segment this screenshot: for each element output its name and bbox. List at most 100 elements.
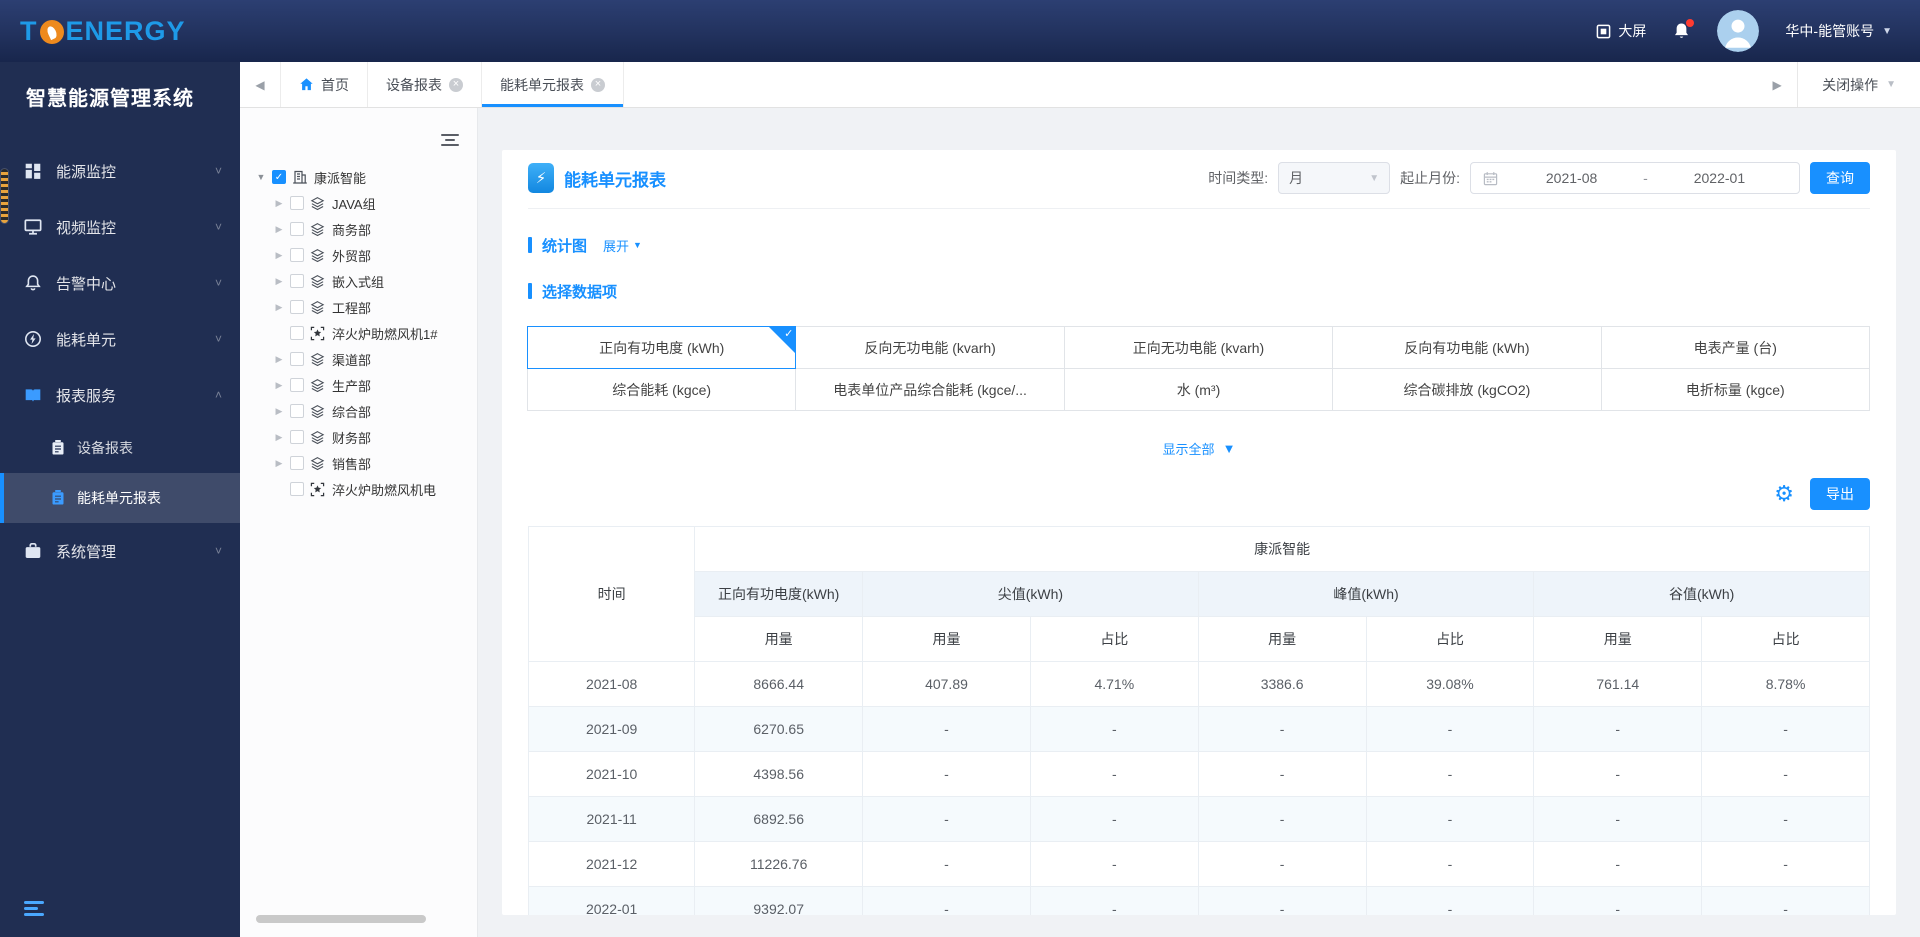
tree-node-label: 淬火炉助燃风机电: [332, 482, 437, 498]
tree-node-root[interactable]: ▼ ✓ 康派智能: [240, 164, 477, 190]
data-item-button[interactable]: 反向有功电能 (kWh): [1332, 326, 1602, 369]
tab-close-icon[interactable]: ×: [591, 77, 605, 92]
show-all-toggle[interactable]: 显示全部 ▼: [528, 439, 1870, 458]
tree-node[interactable]: 淬火炉助燃风机电: [240, 476, 477, 502]
data-item-button[interactable]: 综合能耗 (kgce): [527, 368, 797, 411]
checkbox-unchecked[interactable]: [290, 326, 304, 340]
sidebar-item-alarm-center[interactable]: 告警中心 ˅: [0, 255, 240, 311]
avatar[interactable]: [1717, 10, 1760, 52]
scroll-indicator[interactable]: [0, 168, 9, 224]
meter-icon: [310, 325, 326, 341]
tree-node[interactable]: ▶ 综合部: [240, 398, 477, 424]
export-button[interactable]: 导出: [1810, 478, 1870, 510]
checkbox-unchecked[interactable]: [290, 430, 304, 444]
sidebar-item-energy-unit[interactable]: 能耗单元 ˅: [0, 311, 240, 367]
sidebar-item-device-report[interactable]: 设备报表: [0, 423, 240, 473]
tab-device-report[interactable]: 设备报表 ×: [368, 62, 482, 107]
report-table: 时间 康派智能 正向有功电度(kWh) 尖值(kWh) 峰值(kWh) 谷值(kWh) 用量…: [527, 526, 1870, 915]
data-item-button[interactable]: 正向有功电度 (kWh) ✓: [527, 326, 797, 369]
tab-label: 能耗单元报表: [500, 76, 584, 93]
chart-expand-toggle[interactable]: 展开 ▼: [603, 236, 642, 255]
notification-bell[interactable]: [1672, 18, 1695, 41]
settings-gear-icon[interactable]: ⚙: [1774, 483, 1794, 505]
tree-node-label: 销售部: [332, 456, 372, 472]
tabs-scroll-right-icon[interactable]: ▶: [1757, 62, 1797, 107]
big-screen-label: 大屏: [1618, 23, 1647, 39]
data-item-button[interactable]: 正向无功电能 (kvarh): [1063, 326, 1334, 369]
checkbox-unchecked[interactable]: [290, 196, 304, 210]
caret-right-icon[interactable]: ▶: [274, 198, 284, 209]
query-button[interactable]: 查询: [1810, 162, 1870, 194]
org-tree-panel: ▼ ✓ 康派智能 ▶ JAVA组 ▶ 商务部 ▶ 外贸部 ▶ 嵌入式组 ▶ 工程部 淬火炉助燃风机1# ▶ 渠…: [240, 108, 478, 937]
data-item-button[interactable]: 电折标量 (kgce): [1600, 368, 1870, 411]
data-item-button[interactable]: 电表产量 (台): [1600, 326, 1870, 369]
tree-node[interactable]: ▶ JAVA组: [240, 190, 477, 216]
checkbox-unchecked[interactable]: [290, 404, 304, 418]
sidebar-collapse-toggle[interactable]: [24, 901, 44, 919]
tree-horizontal-scrollbar[interactable]: [256, 915, 426, 923]
table-cell: -: [1029, 706, 1199, 752]
sidebar-item-video-monitor[interactable]: 视频监控 ˅: [0, 199, 240, 255]
checkbox-unchecked[interactable]: [290, 482, 304, 496]
tree-node[interactable]: ▶ 生产部: [240, 372, 477, 398]
tab-close-icon[interactable]: ×: [449, 77, 463, 92]
tree-node[interactable]: ▶ 嵌入式组: [240, 268, 477, 294]
tree-node[interactable]: ▶ 财务部: [240, 424, 477, 450]
tree-node[interactable]: ▶ 商务部: [240, 216, 477, 242]
caret-right-icon[interactable]: ▶: [274, 302, 284, 313]
checkbox-unchecked[interactable]: [290, 300, 304, 314]
report-bolt-icon: ⚡: [528, 163, 554, 193]
table-cell: -: [1701, 796, 1870, 842]
checkbox-unchecked[interactable]: [290, 248, 304, 262]
sidebar-item-report-service[interactable]: 报表服务 ˄: [0, 367, 240, 423]
caret-right-icon[interactable]: ▶: [274, 458, 284, 469]
layers-icon: [310, 299, 326, 315]
table-cell: 2021-11: [527, 796, 696, 842]
caret-right-icon[interactable]: ▶: [274, 224, 284, 235]
month-range-input[interactable]: 2021-08 - 2022-01: [1470, 162, 1800, 194]
caret-right-icon[interactable]: ▶: [274, 432, 284, 443]
checkbox-unchecked[interactable]: [290, 352, 304, 366]
tab-home[interactable]: 首页: [280, 62, 368, 107]
tree-node[interactable]: ▶ 工程部: [240, 294, 477, 320]
sidebar: 智慧能源管理系统 能源监控 ˅ 视频监控 ˅ 告警中心 ˅ 能耗单元 ˅ 报表服务 ˄ 设备报表 能耗…: [0, 62, 240, 937]
big-screen-button[interactable]: 大屏: [1596, 21, 1646, 41]
close-operations-dropdown[interactable]: 关闭操作 ▼: [1797, 62, 1920, 107]
checkbox-unchecked[interactable]: [290, 222, 304, 236]
data-item-button[interactable]: 水 (m³): [1063, 368, 1334, 411]
tree-node[interactable]: 淬火炉助燃风机1#: [240, 320, 477, 346]
range-end-value: 2022-01: [1693, 170, 1746, 186]
checkbox-unchecked[interactable]: [290, 378, 304, 392]
tree-collapse-icon[interactable]: [441, 134, 459, 149]
time-type-select[interactable]: 月 ▼: [1278, 162, 1391, 194]
tab-label: 设备报表: [386, 76, 442, 93]
data-item-button[interactable]: 综合碳排放 (kgCO2): [1332, 368, 1602, 411]
caret-right-icon[interactable]: ▶: [274, 276, 284, 287]
data-item-button[interactable]: 电表单位产品综合能耗 (kgce/...: [795, 368, 1065, 411]
caret-right-icon[interactable]: ▶: [274, 250, 284, 261]
caret-right-icon[interactable]: ▶: [274, 380, 284, 391]
data-item-label: 正向无功电能 (kvarh): [1132, 339, 1265, 356]
table-cell: 2021-08: [527, 661, 696, 707]
tabs-scroll-left-icon[interactable]: ◀: [240, 62, 280, 107]
table-cell: 2022-01: [527, 886, 696, 915]
data-item-button[interactable]: 反向无功电能 (kvarh): [795, 326, 1065, 369]
checkbox-unchecked[interactable]: [290, 456, 304, 470]
tree-node[interactable]: ▶ 销售部: [240, 450, 477, 476]
home-icon: [299, 77, 314, 92]
account-menu[interactable]: 华中-能管账号 ▼: [1785, 21, 1892, 41]
caret-right-icon[interactable]: ▶: [274, 406, 284, 417]
tab-unit-report[interactable]: 能耗单元报表 ×: [482, 62, 624, 107]
tree-node[interactable]: ▶ 渠道部: [240, 346, 477, 372]
sidebar-item-unit-report[interactable]: 能耗单元报表: [0, 473, 240, 523]
checkbox-checked[interactable]: ✓: [272, 170, 286, 184]
table-cell: -: [1701, 886, 1870, 915]
tree-node[interactable]: ▶ 外贸部: [240, 242, 477, 268]
caret-down-icon[interactable]: ▼: [256, 172, 266, 182]
sidebar-item-label: 告警中心: [56, 275, 117, 293]
sidebar-item-system-manage[interactable]: 系统管理 ˅: [0, 523, 240, 579]
checkbox-unchecked[interactable]: [290, 274, 304, 288]
range-start-value: 2021-08: [1545, 170, 1598, 186]
sidebar-item-energy-monitor[interactable]: 能源监控 ˅: [0, 143, 240, 199]
caret-right-icon[interactable]: ▶: [274, 354, 284, 365]
